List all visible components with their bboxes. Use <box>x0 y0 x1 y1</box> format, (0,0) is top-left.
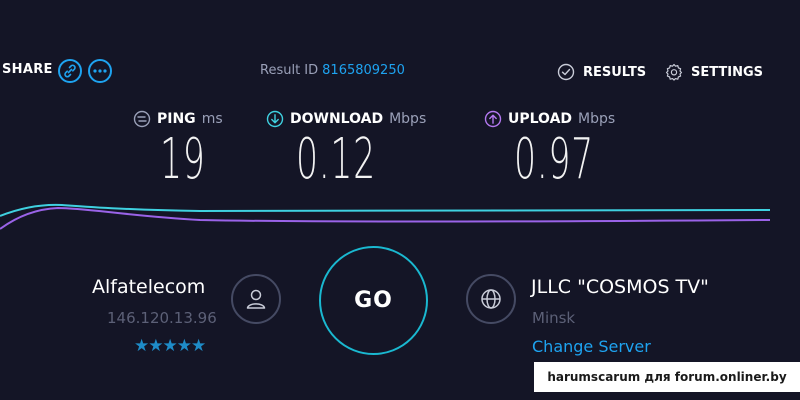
server-globe-button[interactable] <box>466 274 516 324</box>
speed-graph <box>0 203 770 230</box>
result-id-caption: Result ID <box>260 63 319 78</box>
server-city: Minsk <box>532 309 576 327</box>
download-arrow-icon <box>266 110 284 128</box>
isp-rating-stars: ★★★★★ <box>134 336 206 356</box>
download-graph-line <box>0 203 770 217</box>
share-more-button[interactable] <box>88 59 112 83</box>
user-profile-button[interactable] <box>231 274 281 324</box>
watermark-caption: harumscarum для forum.onliner.by <box>534 362 800 392</box>
upload-arrow-icon <box>484 110 502 128</box>
results-label: RESULTS <box>583 64 647 80</box>
link-icon <box>64 64 76 78</box>
change-server-link[interactable]: Change Server <box>532 337 651 356</box>
ping-icon <box>133 110 151 128</box>
download-header: DOWNLOAD Mbps <box>266 110 426 128</box>
result-id-link[interactable]: 8165809250 <box>322 63 405 78</box>
globe-icon <box>481 289 501 309</box>
go-button[interactable]: GO <box>319 246 428 355</box>
go-label: GO <box>354 288 393 313</box>
download-value: 0.12 <box>296 127 376 192</box>
settings-button[interactable]: SETTINGS <box>665 63 763 81</box>
upload-value: 0.97 <box>514 127 594 192</box>
share-link-button[interactable] <box>58 59 82 83</box>
gear-icon <box>665 63 683 81</box>
user-icon <box>246 289 266 309</box>
upload-header: UPLOAD Mbps <box>484 110 615 128</box>
ping-label: PING <box>157 111 196 127</box>
ping-value: 19 <box>160 127 206 192</box>
check-circle-icon <box>557 63 575 81</box>
settings-label: SETTINGS <box>691 64 764 80</box>
upload-label: UPLOAD <box>508 111 573 127</box>
ping-header: PING ms <box>133 110 223 128</box>
isp-ip: 146.120.13.96 <box>107 309 217 327</box>
more-icon <box>93 69 107 73</box>
server-name: JLLC "COSMOS TV" <box>531 276 709 298</box>
download-label: DOWNLOAD <box>290 111 384 127</box>
result-id-label: Result ID 8165809250 <box>260 63 405 78</box>
isp-name: Alfatelecom <box>92 276 206 298</box>
upload-unit: Mbps <box>578 111 616 127</box>
ping-unit: ms <box>201 111 223 127</box>
download-unit: Mbps <box>389 111 427 127</box>
share-label: SHARE <box>2 62 53 77</box>
results-button[interactable]: RESULTS <box>557 63 646 81</box>
